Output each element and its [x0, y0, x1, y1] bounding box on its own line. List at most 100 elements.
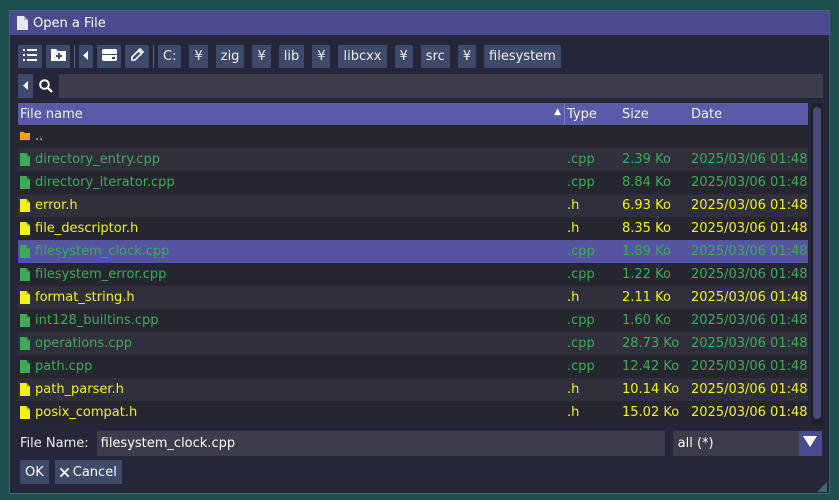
cell-file-size: 1.89 Ko: [622, 244, 671, 259]
file-name: directory_iterator.cpp: [35, 175, 175, 190]
path-separator-button[interactable]: ¥: [252, 45, 271, 68]
cell-file-type: .h: [567, 221, 580, 236]
toolbar-separator: [153, 45, 154, 68]
new-folder-button[interactable]: [46, 45, 70, 68]
cell-file-type: .cpp: [567, 313, 595, 328]
cell-file-size: 15.02 Ko: [622, 405, 680, 420]
cell-file-date: 2025/03/06 01:48: [691, 382, 808, 397]
path-separator-button[interactable]: ¥: [394, 45, 413, 68]
cell-file-date: 2025/03/06 01:48: [691, 359, 808, 374]
cell-file-size: 2.11 Ko: [622, 290, 671, 305]
cell-file-name: posix_compat.h: [18, 401, 565, 424]
cell-file-type: .h: [567, 382, 580, 397]
search-collapse-button[interactable]: [18, 74, 33, 98]
cell-file-type: .cpp: [567, 152, 595, 167]
table-body: .. directory_entry.cpp .cpp 2.39 Ko 2025/03/…: [18, 125, 808, 424]
file-icon: [16, 16, 28, 30]
filter-dropdown-button[interactable]: [798, 430, 822, 456]
file-table: File name ▲ Type Size Date .. directory_e…: [18, 103, 808, 425]
file-icon: [20, 291, 30, 304]
caret-left-icon: [83, 49, 89, 64]
path-separator-button[interactable]: ¥: [312, 45, 331, 68]
table-header: File name ▲ Type Size Date: [18, 103, 808, 125]
cell-file-type: [565, 125, 620, 148]
cell-file-name: path_parser.h: [18, 378, 565, 401]
sort-ascending-icon: ▲: [554, 107, 561, 117]
back-button[interactable]: [79, 45, 93, 68]
chevron-down-icon: [803, 435, 818, 451]
cell-file-size: 10.14 Ko: [622, 382, 680, 397]
cell-file-name: operations.cpp: [18, 332, 565, 355]
search-input[interactable]: [59, 74, 823, 98]
list-view-button[interactable]: [18, 45, 42, 68]
cell-file-date: 2025/03/06 01:48: [691, 405, 808, 420]
path-separator-button[interactable]: ¥: [189, 45, 208, 68]
file-type-filter[interactable]: all (*): [672, 430, 801, 456]
cell-file-date: 2025/03/06 01:48: [691, 336, 808, 351]
file-icon: [20, 153, 30, 166]
path-segment-src[interactable]: src: [420, 45, 450, 68]
table-row[interactable]: posix_compat.h .h 15.02 Ko 2025/03/06 01:48: [18, 401, 808, 424]
cell-file-size: 2.39 Ko: [622, 152, 671, 167]
table-row[interactable]: format_string.h .h 2.11 Ko 2025/03/06 01:48: [18, 286, 808, 309]
cell-file-name: filesystem_clock.cpp: [18, 240, 565, 263]
column-header-date[interactable]: Date: [689, 103, 808, 125]
file-icon: [20, 406, 30, 419]
path-segment-libcxx[interactable]: libcxx: [338, 45, 387, 68]
table-row-selected[interactable]: filesystem_clock.cpp .cpp 1.89 Ko 2025/03/0…: [18, 240, 808, 263]
file-icon: [20, 337, 30, 350]
dialog-titlebar[interactable]: Open a File: [10, 11, 829, 35]
file-name: format_string.h: [35, 290, 135, 305]
cell-file-size: 8.35 Ko: [622, 221, 671, 236]
ok-button[interactable]: OK: [20, 460, 49, 484]
table-row[interactable]: filesystem_error.cpp .cpp 1.22 Ko 2025/03/0…: [18, 263, 808, 286]
table-row[interactable]: directory_entry.cpp .cpp 2.39 Ko 2025/03/06…: [18, 148, 808, 171]
cancel-button[interactable]: Cancel: [54, 460, 122, 484]
cell-file-name: directory_iterator.cpp: [18, 171, 565, 194]
cell-file-size: 12.42 Ko: [622, 359, 680, 374]
pencil-icon: [130, 47, 145, 66]
table-row[interactable]: path.cpp .cpp 12.42 Ko 2025/03/06 01:48: [18, 355, 808, 378]
scrollbar-thumb[interactable]: [813, 107, 821, 419]
cell-file-size: 1.22 Ko: [622, 267, 671, 282]
path-segment-filesystem[interactable]: filesystem: [484, 45, 561, 68]
cell-file-name: format_string.h: [18, 286, 565, 309]
cell-file-date: 2025/03/06 01:48: [691, 152, 808, 167]
column-header-name[interactable]: File name ▲: [18, 103, 565, 125]
dialog-title: Open a File: [33, 15, 106, 31]
drives-button[interactable]: [97, 45, 121, 68]
cell-file-date: 2025/03/06 01:48: [691, 198, 808, 213]
column-header-size[interactable]: Size: [620, 103, 689, 125]
path-segment-lib[interactable]: lib: [278, 45, 305, 68]
cell-file-size: 6.93 Ko: [622, 198, 671, 213]
resize-grip-icon[interactable]: [817, 481, 827, 492]
table-row[interactable]: int128_builtins.cpp .cpp 1.60 Ko 2025/03/06…: [18, 309, 808, 332]
table-row[interactable]: operations.cpp .cpp 28.73 Ko 2025/03/06 01:…: [18, 332, 808, 355]
edit-path-button[interactable]: [125, 45, 149, 68]
path-segment-drive[interactable]: C:: [158, 45, 182, 68]
caret-left-icon: [22, 79, 29, 94]
column-header-type[interactable]: Type: [565, 103, 620, 125]
cell-file-date: 2025/03/06 01:48: [691, 221, 808, 236]
table-scrollbar[interactable]: [811, 103, 823, 425]
cell-file-name: ..: [18, 125, 565, 148]
path-segment-zig[interactable]: zig: [215, 45, 245, 68]
cell-file-date: 2025/03/06 01:48: [691, 267, 808, 282]
table-row[interactable]: path_parser.h .h 10.14 Ko 2025/03/06 01:48: [18, 378, 808, 401]
column-header-label: Date: [691, 106, 723, 122]
table-row[interactable]: error.h .h 6.93 Ko 2025/03/06 01:48: [18, 194, 808, 217]
cell-file-type: .h: [567, 405, 580, 420]
cell-file-type: .cpp: [567, 267, 595, 282]
file-icon: [20, 199, 30, 212]
cell-file-date: [689, 125, 808, 148]
column-header-label: Type: [567, 106, 597, 122]
table-row[interactable]: ..: [18, 125, 808, 148]
cell-file-type: .cpp: [567, 244, 595, 259]
file-name-input[interactable]: [96, 430, 665, 456]
path-separator-button[interactable]: ¥: [457, 45, 477, 68]
table-row[interactable]: directory_iterator.cpp .cpp 8.84 Ko 2025/03…: [18, 171, 808, 194]
table-row[interactable]: file_descriptor.h .h 8.35 Ko 2025/03/06 01:…: [18, 217, 808, 240]
folder-icon: [20, 130, 30, 143]
cell-file-date: 2025/03/06 01:48: [691, 175, 808, 190]
cell-file-name: int128_builtins.cpp: [18, 309, 565, 332]
